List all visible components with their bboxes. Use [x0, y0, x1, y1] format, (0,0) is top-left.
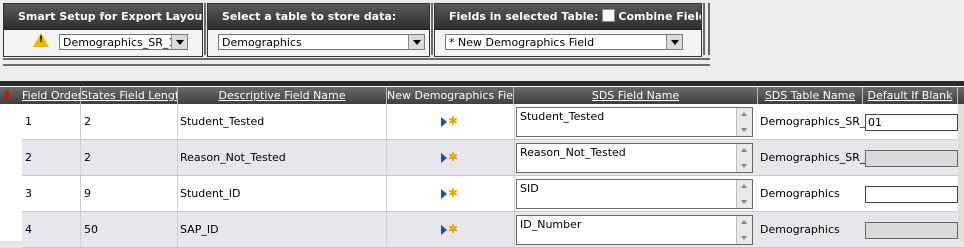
- table-row: 3 9 Student_ID ✱ SID Demographics: [22, 176, 964, 212]
- table-select[interactable]: Demographics: [218, 34, 425, 50]
- field-length-cell: 2: [81, 104, 178, 139]
- scrollbar[interactable]: [736, 144, 752, 172]
- sds-field-value: SID: [520, 182, 539, 195]
- default-if-blank-input[interactable]: [865, 186, 958, 203]
- table-row: 2 2 Reason_Not_Tested ✱ Reason_Not_Teste…: [22, 140, 964, 176]
- divider: [708, 3, 710, 55]
- sds-table-cell: Demographics: [760, 187, 840, 200]
- smart-setup-select[interactable]: Demographics_SR_1: [59, 34, 188, 50]
- required-marker: [5, 91, 9, 99]
- field-order-cell: 3: [22, 176, 81, 211]
- fields-title: Fields in selected Table: Combine Fields: [435, 4, 701, 30]
- field-order-cell: 1: [22, 104, 81, 139]
- divider: [3, 58, 710, 60]
- sds-field-value: Reason_Not_Tested: [520, 146, 626, 159]
- field-length-cell: 2: [81, 140, 178, 175]
- table-row: 4 50 SAP_ID ✱ ID_Number Demographics: [22, 212, 964, 248]
- col-default-if-blank[interactable]: Default If Blank: [863, 87, 958, 104]
- fields-select[interactable]: * New Demographics Field: [445, 34, 683, 50]
- add-field-icon[interactable]: ✱: [441, 114, 461, 128]
- scrollbar[interactable]: [736, 108, 752, 136]
- add-field-icon[interactable]: ✱: [441, 150, 461, 164]
- descriptive-name-cell: Reason_Not_Tested: [178, 140, 387, 175]
- descriptive-name-cell: Student_Tested: [178, 104, 387, 139]
- scrollbar[interactable]: [736, 216, 752, 244]
- descriptive-name-cell: SAP_ID: [178, 212, 387, 247]
- combine-fields-checkbox[interactable]: [602, 9, 616, 22]
- grid-header-row: Field Order States Field Length Descript…: [0, 87, 964, 104]
- chevron-down-icon[interactable]: [666, 35, 682, 49]
- col-sds-table-name[interactable]: SDS Table Name: [758, 87, 863, 104]
- sds-table-cell: Demographics_SR_1: [760, 151, 865, 164]
- field-length-cell: 9: [81, 176, 178, 211]
- col-new-demographics-field: New Demographics Field: [387, 87, 514, 104]
- sds-table-cell: Demographics_SR_1: [760, 115, 865, 128]
- table-select-value: Demographics: [222, 36, 302, 49]
- add-field-icon[interactable]: ✱: [441, 186, 461, 200]
- col-descriptive-field-name[interactable]: Descriptive Field Name: [178, 87, 387, 104]
- default-if-blank-input: [865, 150, 958, 167]
- descriptive-name-cell: Student_ID: [178, 176, 387, 211]
- fields-select-value: * New Demographics Field: [449, 36, 595, 49]
- default-if-blank-input: [865, 222, 958, 239]
- field-order-cell: 2: [22, 140, 81, 175]
- smart-setup-title: Smart Setup for Export Layout: [4, 4, 202, 30]
- grid-top-border: [0, 81, 964, 86]
- col-sds-field-name[interactable]: SDS Field Name: [514, 87, 758, 104]
- sds-field-input[interactable]: SID: [516, 179, 753, 209]
- table-select-title: Select a table to store data:: [208, 4, 429, 30]
- table-row: 1 2 Student_Tested ✱ Student_Tested Demo…: [22, 104, 964, 140]
- smart-setup-value: Demographics_SR_1: [63, 36, 176, 49]
- combine-fields-label: Combine Fields: [618, 10, 701, 23]
- chevron-down-icon[interactable]: [171, 35, 187, 49]
- sds-table-cell: Demographics: [760, 223, 840, 236]
- grid-right-edge: [958, 104, 964, 241]
- field-mapping-grid: Field Order States Field Length Descript…: [0, 81, 964, 248]
- divider: [204, 3, 206, 55]
- warning-icon: !: [33, 33, 49, 47]
- divider: [3, 64, 710, 66]
- chevron-down-icon[interactable]: [408, 35, 424, 49]
- field-order-cell: 4: [22, 212, 81, 247]
- sds-field-value: ID_Number: [520, 218, 582, 231]
- col-states-field-length[interactable]: States Field Length: [81, 87, 178, 104]
- scrollbar[interactable]: [736, 180, 752, 208]
- fields-title-text: Fields in selected Table:: [449, 10, 599, 23]
- setup-panel: Smart Setup for Export Layout ! Demograp…: [0, 0, 964, 81]
- field-length-cell: 50: [81, 212, 178, 247]
- add-field-icon[interactable]: ✱: [441, 222, 461, 236]
- sds-field-input[interactable]: Student_Tested: [516, 107, 753, 137]
- sds-field-input[interactable]: Reason_Not_Tested: [516, 143, 753, 173]
- col-field-order[interactable]: Field Order: [22, 87, 81, 104]
- divider: [703, 3, 705, 55]
- sds-field-value: Student_Tested: [520, 110, 605, 123]
- default-if-blank-input[interactable]: 01: [865, 114, 958, 131]
- divider: [431, 3, 433, 55]
